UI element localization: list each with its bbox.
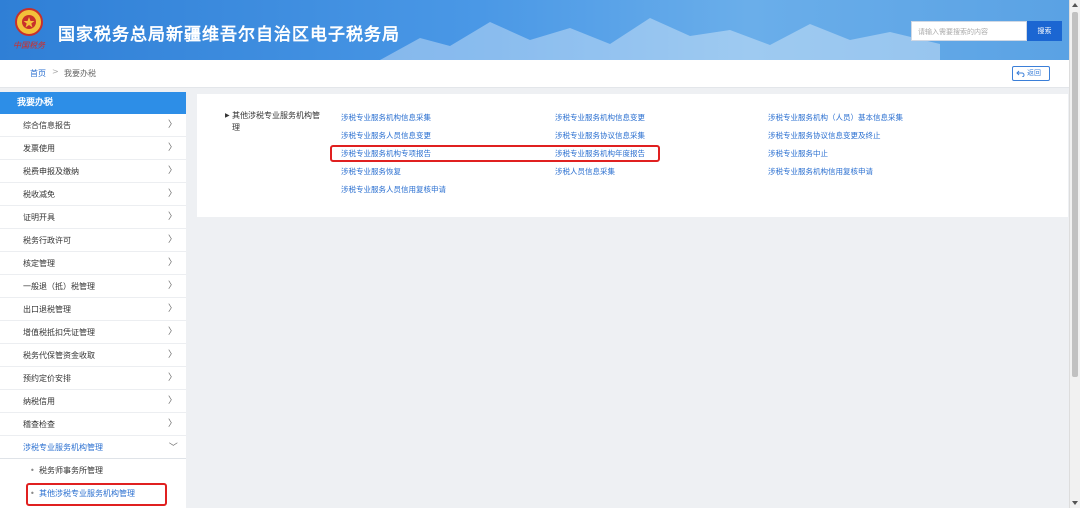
search-button[interactable]: 搜索 xyxy=(1027,21,1062,41)
scroll-up-icon[interactable] xyxy=(1072,3,1078,7)
site-title: 国家税务总局新疆维吾尔自治区电子税务局 xyxy=(58,25,400,45)
highlight-box-reports xyxy=(330,145,660,162)
service-link[interactable]: 涉税专业服务人员信息变更 xyxy=(341,130,431,141)
breadcrumb-current: 我要办税 xyxy=(64,69,96,78)
sidebar-item-label: 税收减免 xyxy=(23,190,55,199)
chevron-right-icon: 〉 xyxy=(167,166,177,176)
site-header: 中国税务 国家税务总局新疆维吾尔自治区电子税务局 请输入需要搜索的内容 搜索 xyxy=(0,0,1069,60)
sidebar-item[interactable]: 税务行政许可 〉 xyxy=(0,229,186,252)
vertical-scrollbar[interactable] xyxy=(1069,0,1080,508)
bullet-icon: • xyxy=(30,466,35,475)
sidebar: 我要办税 综合信息报告〉 发票使用〉 税费申报及缴纳〉 税收减免〉 证明开具〉 … xyxy=(0,92,186,508)
highlight-box-sidebar xyxy=(26,483,167,506)
caret-right-icon: ▶ xyxy=(225,112,230,119)
chevron-right-icon: 〉 xyxy=(167,120,177,130)
sidebar-subitem-label: 税务师事务所管理 xyxy=(39,466,103,475)
sidebar-subitem[interactable]: • 税务师事务所管理 xyxy=(0,459,186,482)
chevron-right-icon: 〉 xyxy=(167,419,177,429)
chevron-right-icon: 〉 xyxy=(167,281,177,291)
breadcrumb: 首页 > 我要办税 返回 xyxy=(0,60,1069,88)
search-input[interactable]: 请输入需要搜索的内容 xyxy=(911,21,1027,41)
chevron-right-icon: 〉 xyxy=(167,350,177,360)
chevron-right-icon: 〉 xyxy=(167,235,177,245)
back-button[interactable]: 返回 xyxy=(1012,66,1050,81)
category-title: 其他涉税专业服务机构管理 xyxy=(232,111,320,132)
sidebar-item-label: 证明开具 xyxy=(23,213,55,222)
sidebar-item[interactable]: 税务代保管资金收取 〉 xyxy=(0,344,186,367)
sidebar-item[interactable]: 证明开具 〉 xyxy=(0,206,186,229)
chevron-right-icon: 〉 xyxy=(167,396,177,406)
service-link[interactable]: 涉税专业服务恢复 xyxy=(341,166,401,177)
sidebar-item-label: 税务代保管资金收取 xyxy=(23,351,95,360)
chevron-right-icon: 〉 xyxy=(167,327,177,337)
sidebar-item-label: 税费申报及缴纳 xyxy=(23,167,79,176)
service-link[interactable]: 涉税专业服务机构（人员）基本信息采集 xyxy=(768,112,903,123)
sidebar-item-label: 增值税抵扣凭证管理 xyxy=(23,328,95,337)
chevron-right-icon: 〉 xyxy=(167,304,177,314)
sidebar-item[interactable]: 综合信息报告 〉 xyxy=(0,114,186,137)
chevron-right-icon: 〉 xyxy=(167,212,177,222)
sidebar-item-label: 税务行政许可 xyxy=(23,236,71,245)
sidebar-item[interactable]: 纳税信用 〉 xyxy=(0,390,186,413)
breadcrumb-separator: > xyxy=(52,67,59,76)
sidebar-item[interactable]: 预约定价安排 〉 xyxy=(0,367,186,390)
sidebar-item-label: 综合信息报告 xyxy=(23,121,71,130)
service-link[interactable]: 涉税专业服务人员信用复核申请 xyxy=(341,184,446,195)
sidebar-item[interactable]: 发票使用 〉 xyxy=(0,137,186,160)
chevron-down-icon: 〉 xyxy=(166,441,177,452)
scrollbar-thumb[interactable] xyxy=(1072,12,1078,377)
sidebar-item[interactable]: 一般退（抵）税管理 〉 xyxy=(0,275,186,298)
service-link[interactable]: 涉税专业服务机构信息采集 xyxy=(341,112,431,123)
sidebar-item[interactable]: 核定管理 〉 xyxy=(0,252,186,275)
chevron-right-icon: 〉 xyxy=(167,189,177,199)
back-label: 返回 xyxy=(1027,69,1041,77)
tax-emblem-logo[interactable]: 中国税务 xyxy=(10,6,48,52)
service-link[interactable]: 涉税专业服务机构信用复核申请 xyxy=(768,166,873,177)
sidebar-item-expanded[interactable]: 涉税专业服务机构管理 〉 xyxy=(0,436,186,459)
service-link[interactable]: 涉税专业服务协议信息采集 xyxy=(555,130,645,141)
sidebar-item-label: 核定管理 xyxy=(23,259,55,268)
sidebar-item-label: 发票使用 xyxy=(23,144,55,153)
chevron-right-icon: 〉 xyxy=(167,258,177,268)
service-link[interactable]: 涉税专业服务协议信息变更及终止 xyxy=(768,130,881,141)
sidebar-item[interactable]: 出口退税管理 〉 xyxy=(0,298,186,321)
chevron-right-icon: 〉 xyxy=(167,373,177,383)
sidebar-item-label: 稽查检查 xyxy=(23,420,55,429)
sidebar-item-label: 出口退税管理 xyxy=(23,305,71,314)
return-icon xyxy=(1016,70,1025,77)
breadcrumb-home-link[interactable]: 首页 xyxy=(30,68,46,79)
service-link[interactable]: 涉税专业服务机构信息变更 xyxy=(555,112,645,123)
scroll-down-icon[interactable] xyxy=(1072,501,1078,505)
sidebar-item[interactable]: 稽查检查 〉 xyxy=(0,413,186,436)
sidebar-item-label: 涉税专业服务机构管理 xyxy=(23,443,103,452)
sidebar-item-label: 纳税信用 xyxy=(23,397,55,406)
service-link[interactable]: 涉税人员信息采集 xyxy=(555,166,615,177)
sidebar-item[interactable]: 税费申报及缴纳 〉 xyxy=(0,160,186,183)
header-background-art xyxy=(380,18,940,60)
logo-text: 中国税务 xyxy=(13,41,46,50)
sidebar-item-label: 一般退（抵）税管理 xyxy=(23,282,95,291)
service-link[interactable]: 涉税专业服务中止 xyxy=(768,148,828,159)
sidebar-item[interactable]: 税收减免 〉 xyxy=(0,183,186,206)
sidebar-title: 我要办税 xyxy=(0,92,186,114)
sidebar-item[interactable]: 增值税抵扣凭证管理 〉 xyxy=(0,321,186,344)
sidebar-item-label: 预约定价安排 xyxy=(23,374,71,383)
chevron-right-icon: 〉 xyxy=(167,143,177,153)
